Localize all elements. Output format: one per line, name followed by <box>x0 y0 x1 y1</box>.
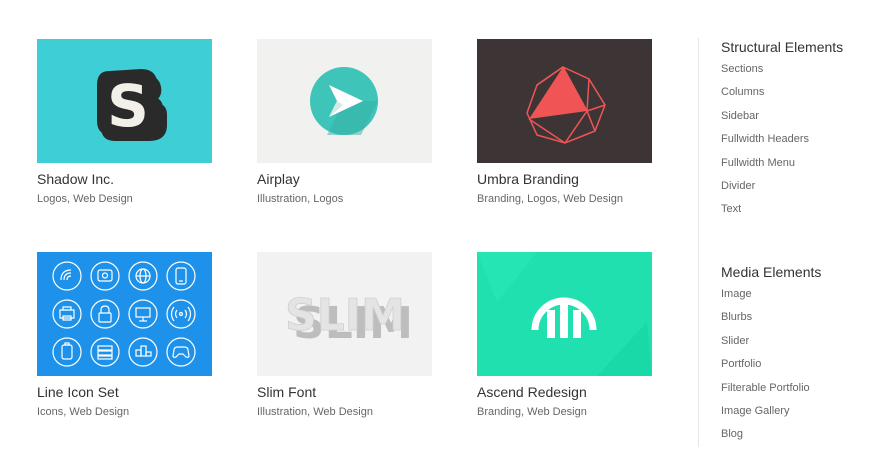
portfolio-item-categories[interactable]: Logos, Web Design <box>37 192 212 206</box>
sidebar-link-filterable-portfolio[interactable]: Filterable Portfolio <box>721 381 871 404</box>
svg-text:S: S <box>107 72 149 140</box>
sidebar-link-divider[interactable]: Divider <box>721 179 871 202</box>
sidebar-link-columns[interactable]: Columns <box>721 85 871 108</box>
shadow-inc-thumbnail[interactable]: S <box>37 39 212 163</box>
ascend-redesign-thumbnail[interactable] <box>477 252 652 376</box>
portfolio-item-shadow-inc[interactable]: S Shadow Inc. Logos, Web Design <box>37 39 212 206</box>
sidebar-link-slider[interactable]: Slider <box>721 334 871 357</box>
sidebar-link-image-gallery[interactable]: Image Gallery <box>721 404 871 427</box>
portfolio-item-title[interactable]: Umbra Branding <box>477 171 652 188</box>
umbra-branding-thumbnail[interactable] <box>477 39 652 163</box>
portfolio-item-airplay[interactable]: Airplay Illustration, Logos <box>257 39 432 206</box>
portfolio-item-title[interactable]: Ascend Redesign <box>477 384 652 401</box>
portfolio-item-title[interactable]: Slim Font <box>257 384 432 401</box>
shadow-s-logo-icon: S <box>97 69 167 141</box>
slim-wordmark-icon: SLIM SLIM <box>285 290 413 349</box>
sidebar-heading: Structural Elements <box>721 39 844 55</box>
portfolio-item-slim-font[interactable]: SLIM SLIM Slim Font Illustration, Web De… <box>257 252 432 419</box>
sidebar-link-image[interactable]: Image <box>721 287 871 310</box>
sidebar-link-fullwidth-headers[interactable]: Fullwidth Headers <box>721 132 871 155</box>
sidebar-link-portfolio[interactable]: Portfolio <box>721 357 871 380</box>
portfolio-item-categories[interactable]: Illustration, Web Design <box>257 405 432 419</box>
portfolio-item-categories[interactable]: Branding, Logos, Web Design <box>477 192 652 206</box>
portfolio-item-categories[interactable]: Branding, Web Design <box>477 405 652 419</box>
line-icon-grid <box>52 261 196 367</box>
sidebar-list: Sections Columns Sidebar Fullwidth Heade… <box>721 62 871 226</box>
portfolio-item-categories[interactable]: Icons, Web Design <box>37 405 212 419</box>
sidebar-heading: Media Elements <box>721 264 822 280</box>
sidebar-structural-elements: Structural Elements Sections Columns Sid… <box>721 39 871 226</box>
sidebar-link-sections[interactable]: Sections <box>721 62 871 85</box>
airplay-logo-icon <box>310 67 378 135</box>
sidebar-media-elements: Media Elements Image Blurbs Slider Portf… <box>721 264 871 451</box>
slim-font-thumbnail[interactable]: SLIM SLIM <box>257 252 432 376</box>
sidebar-list: Image Blurbs Slider Portfolio Filterable… <box>721 287 871 451</box>
svg-text:SLIM: SLIM <box>285 290 405 341</box>
line-icon-set-thumbnail[interactable] <box>37 252 212 376</box>
portfolio-item-ascend-redesign[interactable]: Ascend Redesign Branding, Web Design <box>477 252 652 419</box>
umbra-polyhedron-icon <box>526 66 606 144</box>
airplay-thumbnail[interactable] <box>257 39 432 163</box>
portfolio-item-categories[interactable]: Illustration, Logos <box>257 192 432 206</box>
sidebar-link-fullwidth-menu[interactable]: Fullwidth Menu <box>721 156 871 179</box>
portfolio-item-umbra-branding[interactable]: Umbra Branding Branding, Logos, Web Desi… <box>477 39 652 206</box>
portfolio-item-title[interactable]: Line Icon Set <box>37 384 212 401</box>
portfolio-item-line-icon-set[interactable]: Line Icon Set Icons, Web Design <box>37 252 212 419</box>
sidebar-divider <box>698 38 699 447</box>
portfolio-item-title[interactable]: Shadow Inc. <box>37 171 212 188</box>
sidebar-link-blurbs[interactable]: Blurbs <box>721 310 871 333</box>
portfolio-item-title[interactable]: Airplay <box>257 171 432 188</box>
sidebar-link-text[interactable]: Text <box>721 202 871 225</box>
ascend-logo-icon <box>477 252 652 376</box>
sidebar-link-sidebar[interactable]: Sidebar <box>721 109 871 132</box>
sidebar-link-blog[interactable]: Blog <box>721 427 871 450</box>
